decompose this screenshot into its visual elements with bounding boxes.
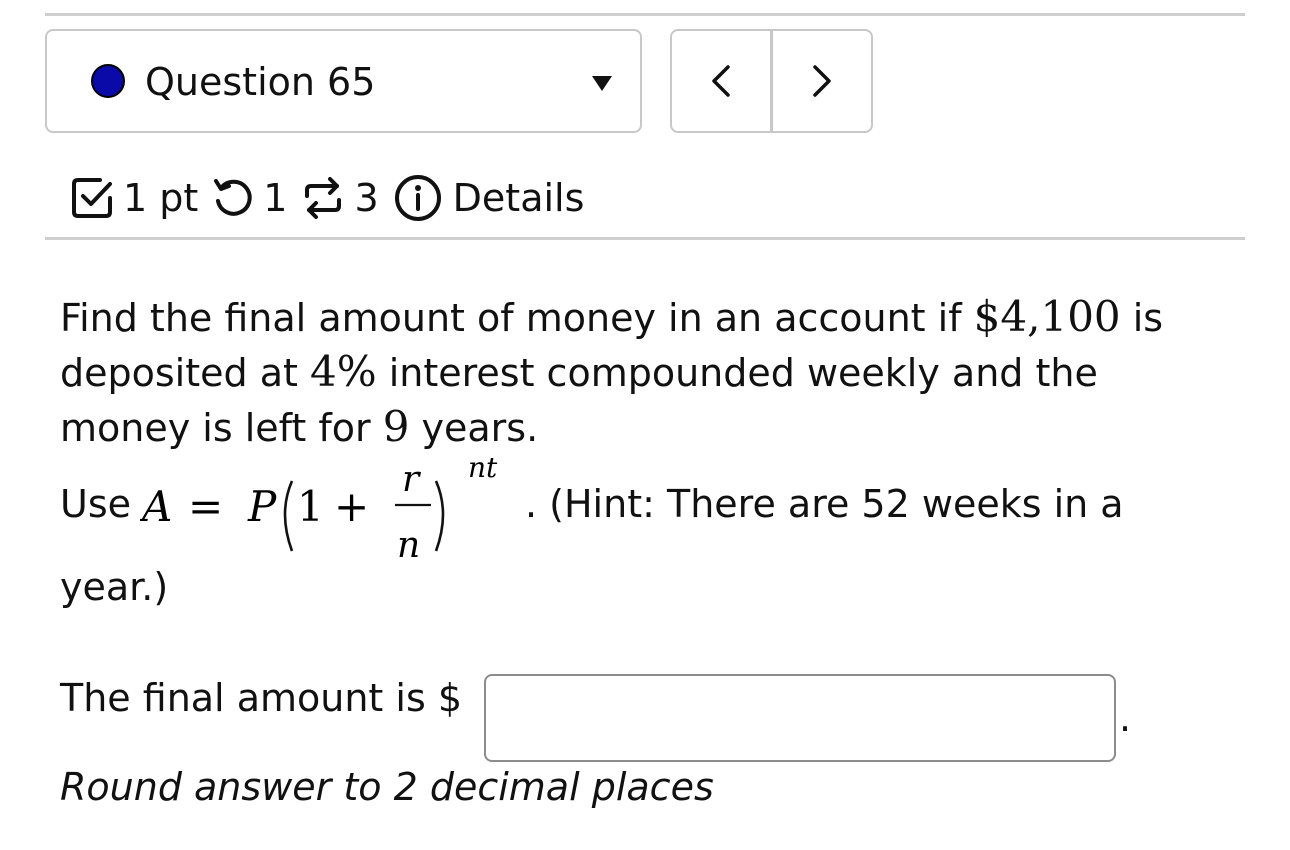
retries-value: 1 (263, 176, 288, 220)
info-icon[interactable] (393, 173, 443, 223)
formula-principal: P (247, 482, 277, 531)
use-label: Use (60, 482, 131, 526)
question-label: Question 65 (145, 60, 376, 104)
years-value: 9 (382, 402, 410, 451)
problem-text: Find the final amount of money in an acc… (60, 290, 1240, 455)
formula-numerator: r (402, 459, 421, 500)
rate-value: 4% (309, 347, 377, 396)
formula-denominator: n (397, 525, 420, 565)
points-value: 1 pt (123, 176, 199, 220)
chevron-right-icon (813, 65, 831, 97)
retry-icon (212, 177, 254, 219)
problem-text-part: years. (409, 406, 539, 450)
chevron-left-icon (712, 65, 730, 97)
problem-text-part: Find the final amount of money in an acc… (60, 296, 974, 340)
formula-lhs: A (140, 482, 172, 531)
answer-trailing-period: . (1119, 696, 1132, 740)
question-meta: 1 pt 1 3 Details (70, 168, 584, 228)
next-question-button[interactable] (773, 31, 871, 131)
right-paren (434, 480, 445, 552)
details-link[interactable]: Details (453, 176, 585, 220)
hint-text: . (Hint: There are 52 weeks in a (525, 482, 1124, 526)
formula-equals: = (188, 482, 223, 531)
question-nav (670, 29, 873, 133)
left-paren (283, 480, 294, 552)
attempts-icon (301, 176, 345, 220)
final-amount-input[interactable] (484, 674, 1116, 762)
principal-value: $4,100 (973, 292, 1121, 341)
rounding-note: Round answer to 2 decimal places (60, 765, 714, 809)
formula-one: 1 (297, 482, 324, 531)
question-selector[interactable]: Question 65 (45, 29, 642, 133)
previous-question-button[interactable] (672, 31, 773, 131)
dropdown-caret-icon (592, 76, 612, 91)
compound-interest-formula: A = P 1 + r n nt (140, 455, 498, 565)
meta-divider (45, 237, 1245, 240)
top-divider (45, 13, 1245, 16)
answer-prompt: The final amount is $ (60, 676, 463, 720)
formula-plus: + (334, 482, 369, 531)
checkbox-icon (70, 176, 114, 220)
formula-exponent: nt (468, 455, 498, 484)
hint-text-end: year.) (60, 565, 169, 609)
status-dot-icon (91, 64, 125, 98)
attempts-value: 3 (354, 176, 379, 220)
